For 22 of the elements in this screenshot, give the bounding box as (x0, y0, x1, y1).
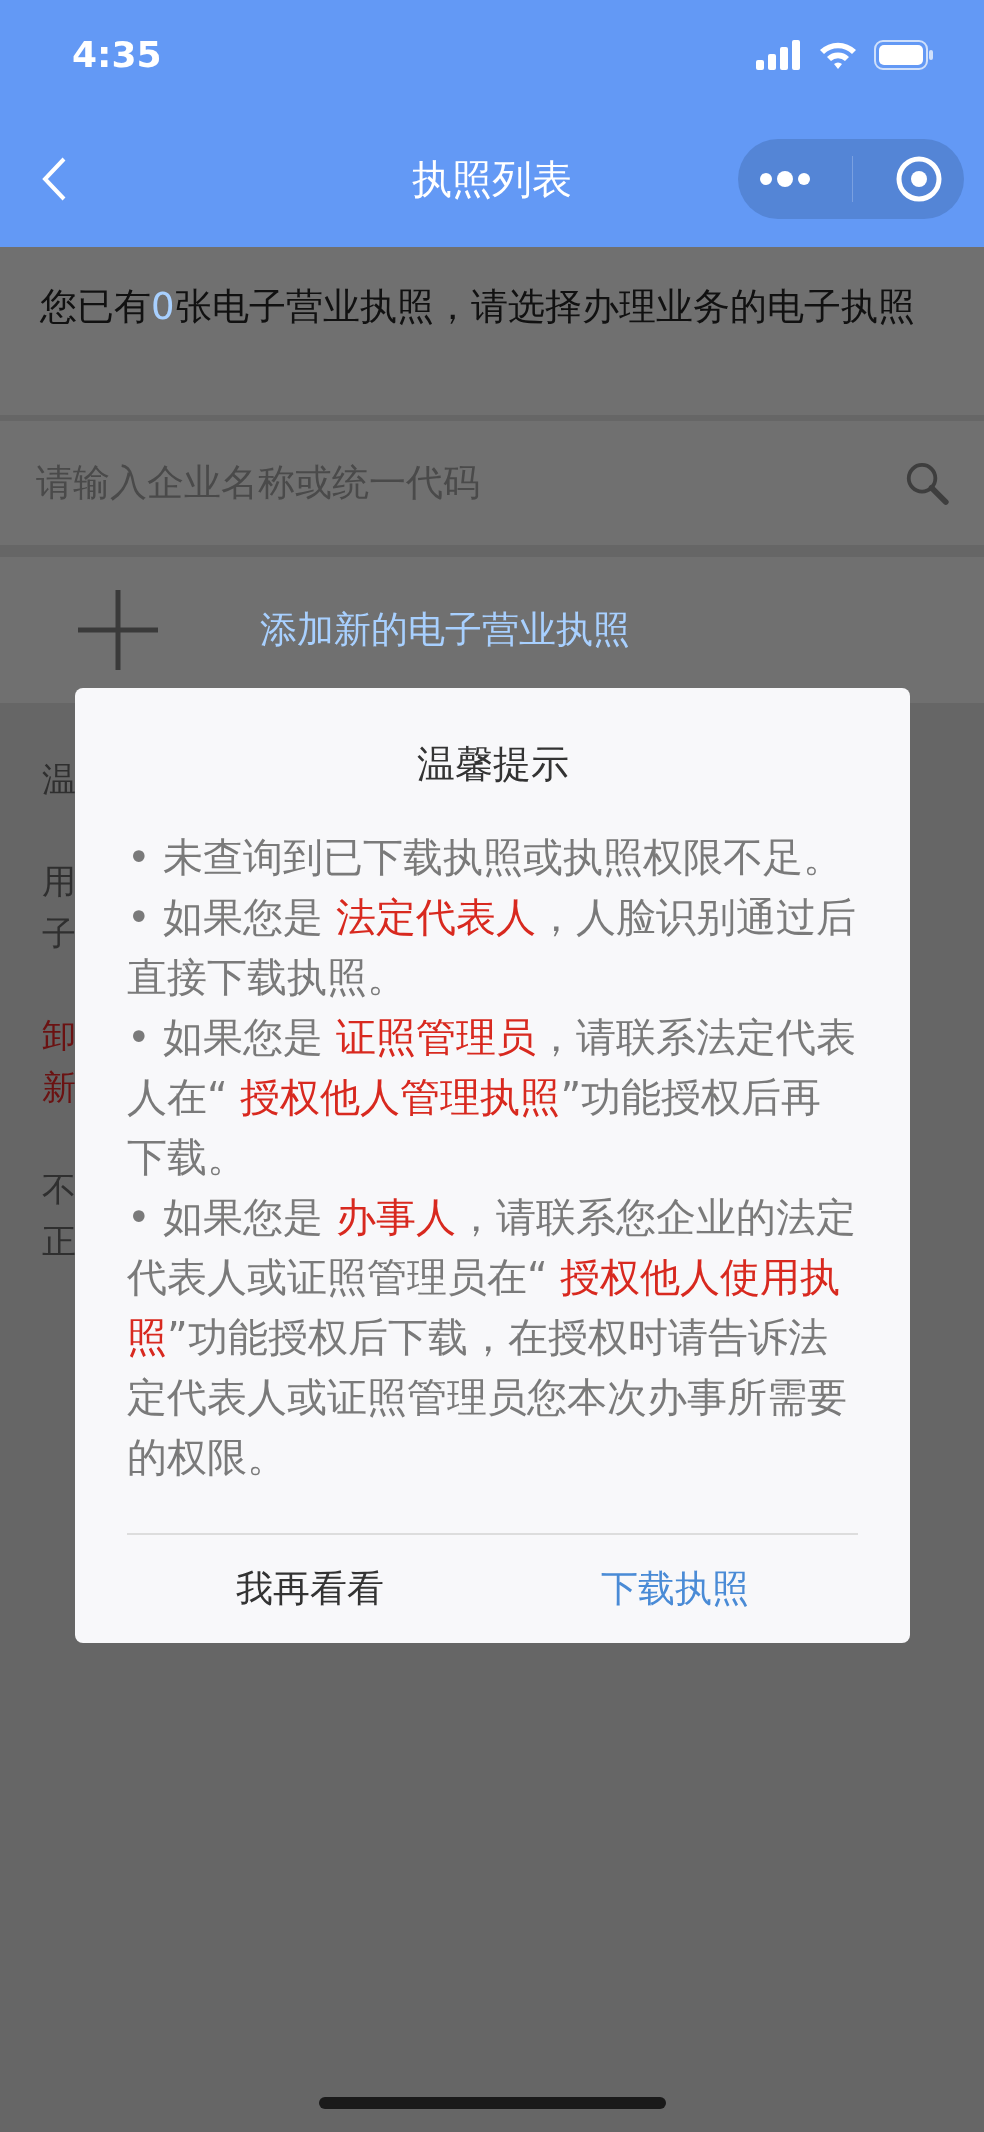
plus-icon[interactable] (76, 588, 160, 672)
notice-text: 卸 (42, 1014, 77, 1057)
license-count-text: 您已有0张电子营业执照，请选择办理业务的电子执照 (0, 247, 984, 415)
close-icon[interactable] (895, 154, 944, 203)
dialog-title: 温馨提示 (415, 741, 570, 788)
cancel-button[interactable]: 我再看看 (127, 1561, 493, 1617)
battery-icon (874, 40, 934, 70)
page-title: 执照列表 (412, 154, 572, 204)
download-button[interactable]: 下载执照 (492, 1561, 858, 1617)
dialog-paragraph: • 未查询到已下载执照或执照权限不足。 (127, 833, 845, 882)
notice-text: 用 (42, 860, 77, 903)
notice-text: 新 (42, 1066, 77, 1109)
back-icon[interactable] (40, 155, 68, 202)
signal-icon (756, 40, 802, 70)
dialog-paragraph: • 如果您是 法定代表人，人脸识别通过后直接下载执照。 (127, 893, 858, 1002)
dialog-paragraph: • 如果您是 办事人，请联系您企业的法定代表人或证照管理员在“ 授权他人使用执照”功能授权后下载，在授权时请告诉法定代表人或证照管理员您本次办事所需要的权限。 (127, 1193, 858, 1482)
add-license-button[interactable]: 添加新的电子营业执照 (260, 602, 630, 658)
wifi-icon (818, 40, 858, 70)
notice-text: 不 (42, 1168, 77, 1211)
status-time: 4:35 (72, 33, 162, 77)
dialog-paragraph: • 如果您是 证照管理员，请联系法定代表人在“ 授权他人管理执照”功能授权后再下载。 (127, 1013, 858, 1182)
more-icon[interactable] (758, 170, 811, 187)
